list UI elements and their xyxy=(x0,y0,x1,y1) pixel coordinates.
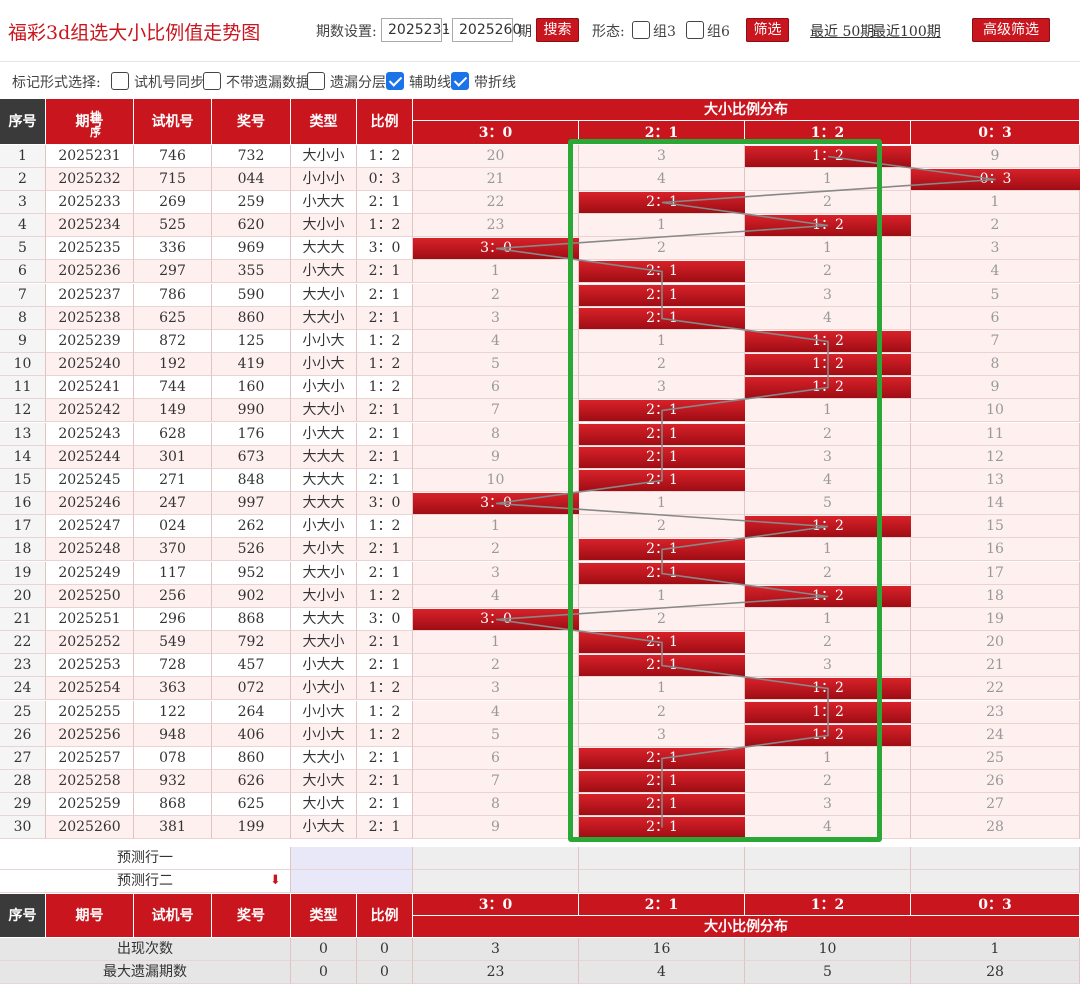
trend-polyline xyxy=(495,155,996,828)
highlight-box xyxy=(568,139,882,842)
